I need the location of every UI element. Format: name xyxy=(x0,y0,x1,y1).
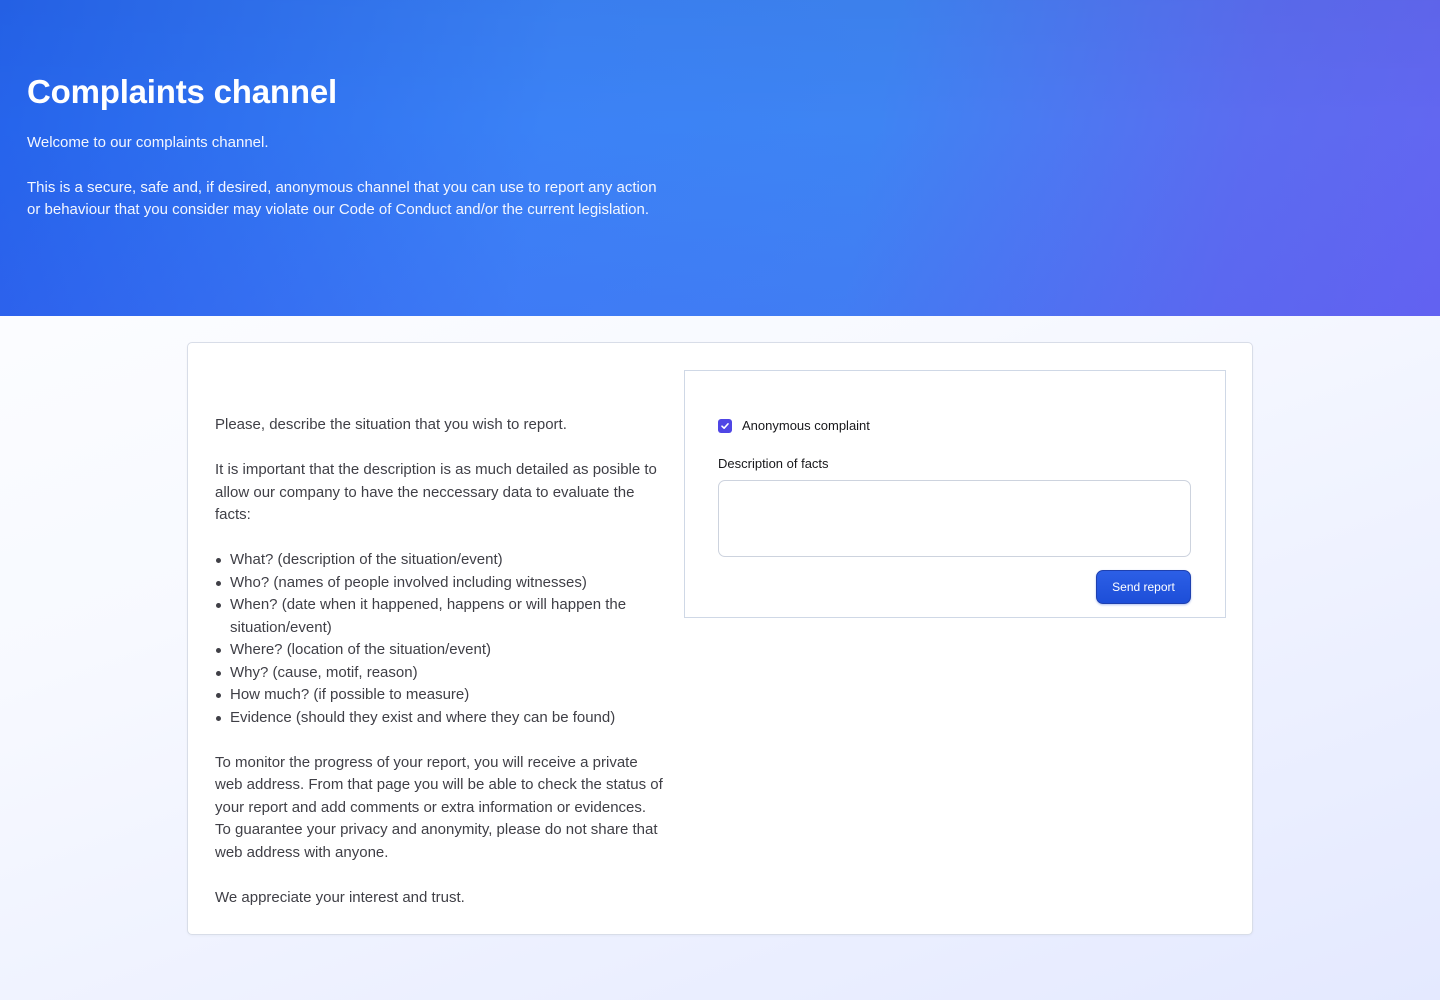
check-icon xyxy=(721,422,729,429)
list-item: How much? (if possible to measure) xyxy=(215,684,665,707)
list-item: When? (date when it happened, happens or… xyxy=(215,594,665,639)
hero-welcome-text: Welcome to our complaints channel. xyxy=(27,134,269,151)
hero-banner: Complaints channel Welcome to our compla… xyxy=(0,0,1440,316)
report-card: Please, describe the situation that you … xyxy=(187,342,1253,935)
instructions-paragraph-2: It is important that the description is … xyxy=(215,461,657,523)
send-report-button[interactable]: Send report xyxy=(1096,570,1191,604)
anonymous-checkbox-row[interactable]: Anonymous complaint xyxy=(718,418,870,433)
list-item: Why? (cause, motif, reason) xyxy=(215,662,665,685)
instructions-paragraph-1: Please, describe the situation that you … xyxy=(215,416,567,433)
hero-intro-text: This is a secure, safe and, if desired, … xyxy=(27,178,657,219)
list-item: Who? (names of people involved including… xyxy=(215,572,665,595)
instructions-paragraph-3: To monitor the progress of your report, … xyxy=(215,753,663,861)
instructions-list: What? (description of the situation/even… xyxy=(215,549,665,729)
hero-content: Complaints channel Welcome to our compla… xyxy=(27,72,667,222)
description-label: Description of facts xyxy=(718,456,829,471)
report-instructions: Please, describe the situation that you … xyxy=(215,414,665,909)
list-item: Where? (location of the situation/event) xyxy=(215,639,665,662)
list-item: What? (description of the situation/even… xyxy=(215,549,665,572)
page-title: Complaints channel xyxy=(27,73,337,110)
anonymous-checkbox[interactable] xyxy=(718,418,732,433)
list-item: Evidence (should they exist and where th… xyxy=(215,707,665,730)
report-form: Anonymous complaint Description of facts… xyxy=(684,370,1226,618)
description-field[interactable] xyxy=(718,480,1191,557)
instructions-paragraph-4: We appreciate your interest and trust. xyxy=(215,888,465,906)
anonymous-checkbox-label: Anonymous complaint xyxy=(742,418,870,433)
